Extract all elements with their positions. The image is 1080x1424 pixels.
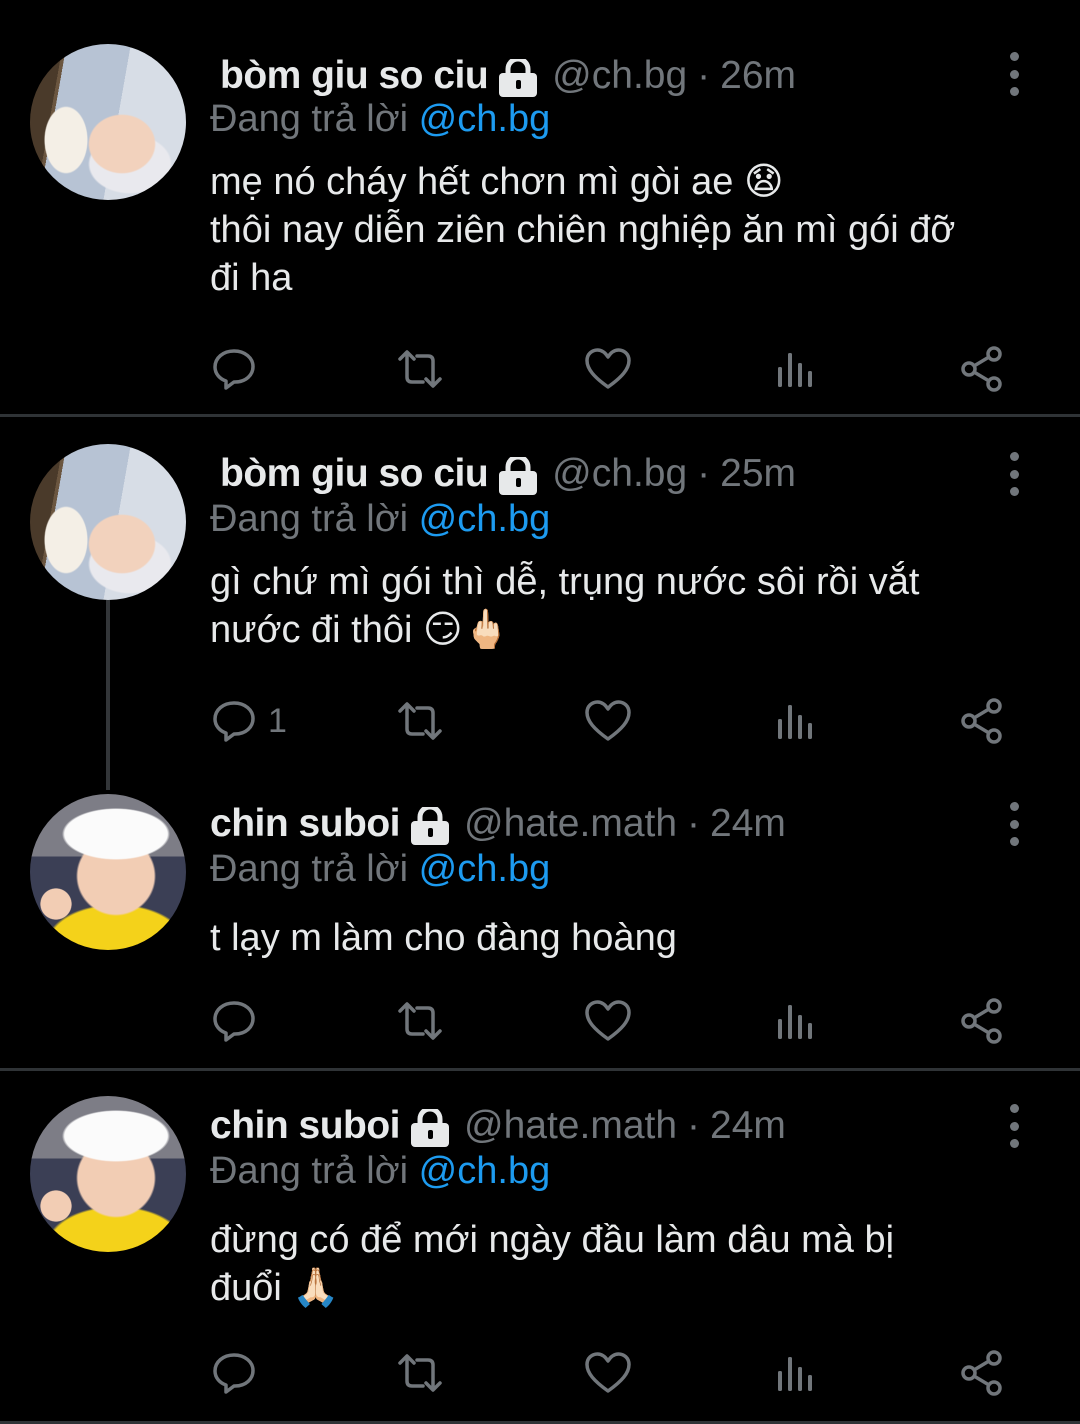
- retweet-button[interactable]: [396, 1348, 444, 1398]
- like-button[interactable]: [584, 696, 632, 746]
- tweet-actions: 1: [210, 696, 1040, 746]
- tweet-text-line: gì chứ mì gói thì dễ, trụng nước sôi rồi…: [210, 561, 920, 603]
- tweet-actions: [210, 1348, 1040, 1398]
- thread-connector: [106, 600, 110, 790]
- avatar[interactable]: [30, 44, 186, 200]
- retweet-button[interactable]: [396, 344, 444, 394]
- replying-to: Đang trả lời @ch.bg: [210, 1146, 550, 1196]
- reply-prefix: Đang trả lời: [210, 498, 409, 540]
- avatar[interactable]: [30, 794, 186, 950]
- heart-icon: [585, 1352, 631, 1393]
- more-options-icon[interactable]: [1002, 1104, 1026, 1148]
- reply-mention[interactable]: @ch.bg: [419, 498, 551, 540]
- replying-to: Đang trả lời @ch.bg: [210, 94, 550, 144]
- timestamp[interactable]: 25m: [720, 444, 796, 504]
- views-button[interactable]: [772, 1348, 820, 1398]
- reply-button[interactable]: [210, 1348, 268, 1398]
- reply-button[interactable]: [210, 344, 268, 394]
- reply-count: 1: [268, 701, 287, 740]
- share-icon: [961, 1350, 1002, 1396]
- share-icon: [961, 698, 1002, 744]
- analytics-icon: [778, 1357, 812, 1391]
- share-button[interactable]: [958, 344, 1006, 394]
- tweet-text: t lạy m làm cho đàng hoàng: [210, 914, 1040, 962]
- reply-button[interactable]: 1: [210, 696, 287, 746]
- tweet-text: đừng có để mới ngày đầu làm dâu mà bị đu…: [210, 1216, 1040, 1312]
- retweet-icon: [398, 702, 442, 740]
- tweet-actions: [210, 344, 1040, 394]
- share-button[interactable]: [958, 696, 1006, 746]
- reply-icon: [213, 701, 255, 742]
- analytics-icon: [778, 705, 812, 739]
- reply-icon: [213, 1353, 255, 1394]
- separator-dot: ·: [687, 1104, 701, 1147]
- lock-icon: [498, 453, 538, 495]
- retweet-button[interactable]: [396, 696, 444, 746]
- tweet-divider: [0, 414, 1080, 417]
- reply-mention[interactable]: @ch.bg: [419, 848, 551, 890]
- reply-prefix: Đang trả lời: [210, 98, 409, 140]
- timestamp[interactable]: 24m: [710, 794, 786, 854]
- tweet-actions: [210, 996, 1040, 1046]
- tweet-text-line: đi ha: [210, 257, 293, 299]
- reply-icon: [213, 1001, 255, 1042]
- retweet-icon: [398, 350, 442, 388]
- replying-to: Đang trả lời @ch.bg: [210, 494, 550, 544]
- lock-icon: [410, 803, 450, 845]
- replying-to: Đang trả lời @ch.bg: [210, 844, 550, 894]
- tweet-text-line: t lạy m làm cho đàng hoàng: [210, 917, 677, 959]
- heart-icon: [585, 348, 631, 389]
- retweet-icon: [398, 1002, 442, 1040]
- user-handle[interactable]: @ch.bg: [552, 46, 687, 106]
- tweet-text-line: mẹ nó cháy hết chơn mì gòi ae 😧: [210, 161, 784, 203]
- heart-icon: [585, 1000, 631, 1041]
- analytics-icon: [778, 353, 812, 387]
- tweet-text: mẹ nó cháy hết chơn mì gòi ae 😧 thôi nay…: [210, 158, 1040, 302]
- views-button[interactable]: [772, 344, 820, 394]
- like-button[interactable]: [584, 344, 632, 394]
- separator-dot: ·: [697, 54, 711, 97]
- more-options-icon[interactable]: [1002, 52, 1026, 96]
- reply-prefix: Đang trả lời: [210, 1150, 409, 1192]
- avatar[interactable]: [30, 1096, 186, 1252]
- tweet-text: gì chứ mì gói thì dễ, trụng nước sôi rồi…: [210, 558, 1040, 654]
- lock-icon: [410, 1105, 450, 1147]
- timestamp[interactable]: 24m: [710, 1096, 786, 1156]
- like-button[interactable]: [584, 996, 632, 1046]
- tweet-text-line: đừng có để mới ngày đầu làm dâu mà bị: [210, 1219, 895, 1261]
- heart-icon: [585, 700, 631, 741]
- more-options-icon[interactable]: [1002, 452, 1026, 496]
- avatar[interactable]: [30, 444, 186, 600]
- share-icon: [961, 998, 1002, 1044]
- share-icon: [961, 346, 1002, 392]
- lock-icon: [498, 55, 538, 97]
- reply-prefix: Đang trả lời: [210, 848, 409, 890]
- reply-icon: [213, 349, 255, 390]
- views-button[interactable]: [772, 696, 820, 746]
- tweet-text-line: thôi nay diễn ziên chiên nghiệp ăn mì gó…: [210, 209, 956, 251]
- timestamp[interactable]: 26m: [720, 46, 796, 106]
- tweet-divider: [0, 1068, 1080, 1071]
- more-options-icon[interactable]: [1002, 802, 1026, 846]
- reply-button[interactable]: [210, 996, 268, 1046]
- separator-dot: ·: [697, 452, 711, 495]
- reply-mention[interactable]: @ch.bg: [419, 1150, 551, 1192]
- separator-dot: ·: [687, 802, 701, 845]
- share-button[interactable]: [958, 1348, 1006, 1398]
- retweet-button[interactable]: [396, 996, 444, 1046]
- share-button[interactable]: [958, 996, 1006, 1046]
- user-handle[interactable]: @ch.bg: [552, 444, 687, 504]
- like-button[interactable]: [584, 1348, 632, 1398]
- retweet-icon: [398, 1354, 442, 1392]
- tweet-text-line: nước đi thôi 😏🖕🏻: [210, 609, 510, 651]
- views-button[interactable]: [772, 996, 820, 1046]
- reply-mention[interactable]: @ch.bg: [419, 98, 551, 140]
- tweet-text-line: đuổi 🙏🏻: [210, 1267, 340, 1309]
- analytics-icon: [778, 1005, 812, 1039]
